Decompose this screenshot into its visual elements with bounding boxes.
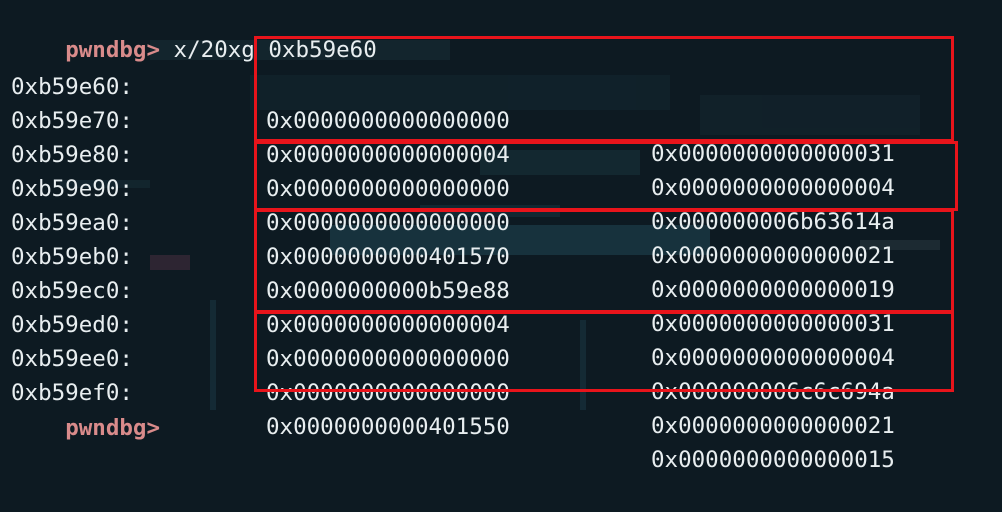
memory-row: 0xb59ec0: 0x0000000000000004 0x000000000… [11,241,895,372]
memory-row: 0xb59e80: 0x0000000000000000 0x000000006… [11,105,895,236]
memory-row: 0xb59ef0: 0x0000000000401550 0x000000000… [11,343,895,474]
final-prompt-line[interactable]: pwndbg> [11,378,160,441]
quadword-2: 0x0000000000000021 [651,413,895,440]
gdb-prompt: pwndbg> [65,414,161,441]
memory-row: 0xb59e90: 0x0000000000000000 0x000000000… [11,139,895,270]
quadword-1: 0x0000000000401550 [266,413,510,440]
chunk-highlight-box [254,209,954,313]
memory-row: 0xb59ed0: 0x0000000000000000 0x000000006… [11,275,895,406]
memory-row: 0xb59e60: 0x0000000000000000 0x000000000… [11,37,895,168]
gdb-prompt: pwndbg> [65,36,161,63]
memory-row: 0xb59e70: 0x0000000000000004 0x000000000… [11,71,895,202]
memory-row: 0xb59eb0: 0x0000000000b59e88 0x000000000… [11,207,895,338]
memory-row: 0xb59ea0: 0x0000000000401570 0x000000000… [11,173,895,304]
chunk-highlight-box [254,311,954,392]
command-line: pwndbg> x/20xg 0xb59e60 [11,0,377,63]
chunk-highlight-box [254,141,958,211]
quadword-2: 0x0000000000000015 [651,447,895,474]
chunk-highlight-box [254,36,954,142]
memory-row: 0xb59ee0: 0x0000000000000000 0x000000000… [11,309,895,440]
